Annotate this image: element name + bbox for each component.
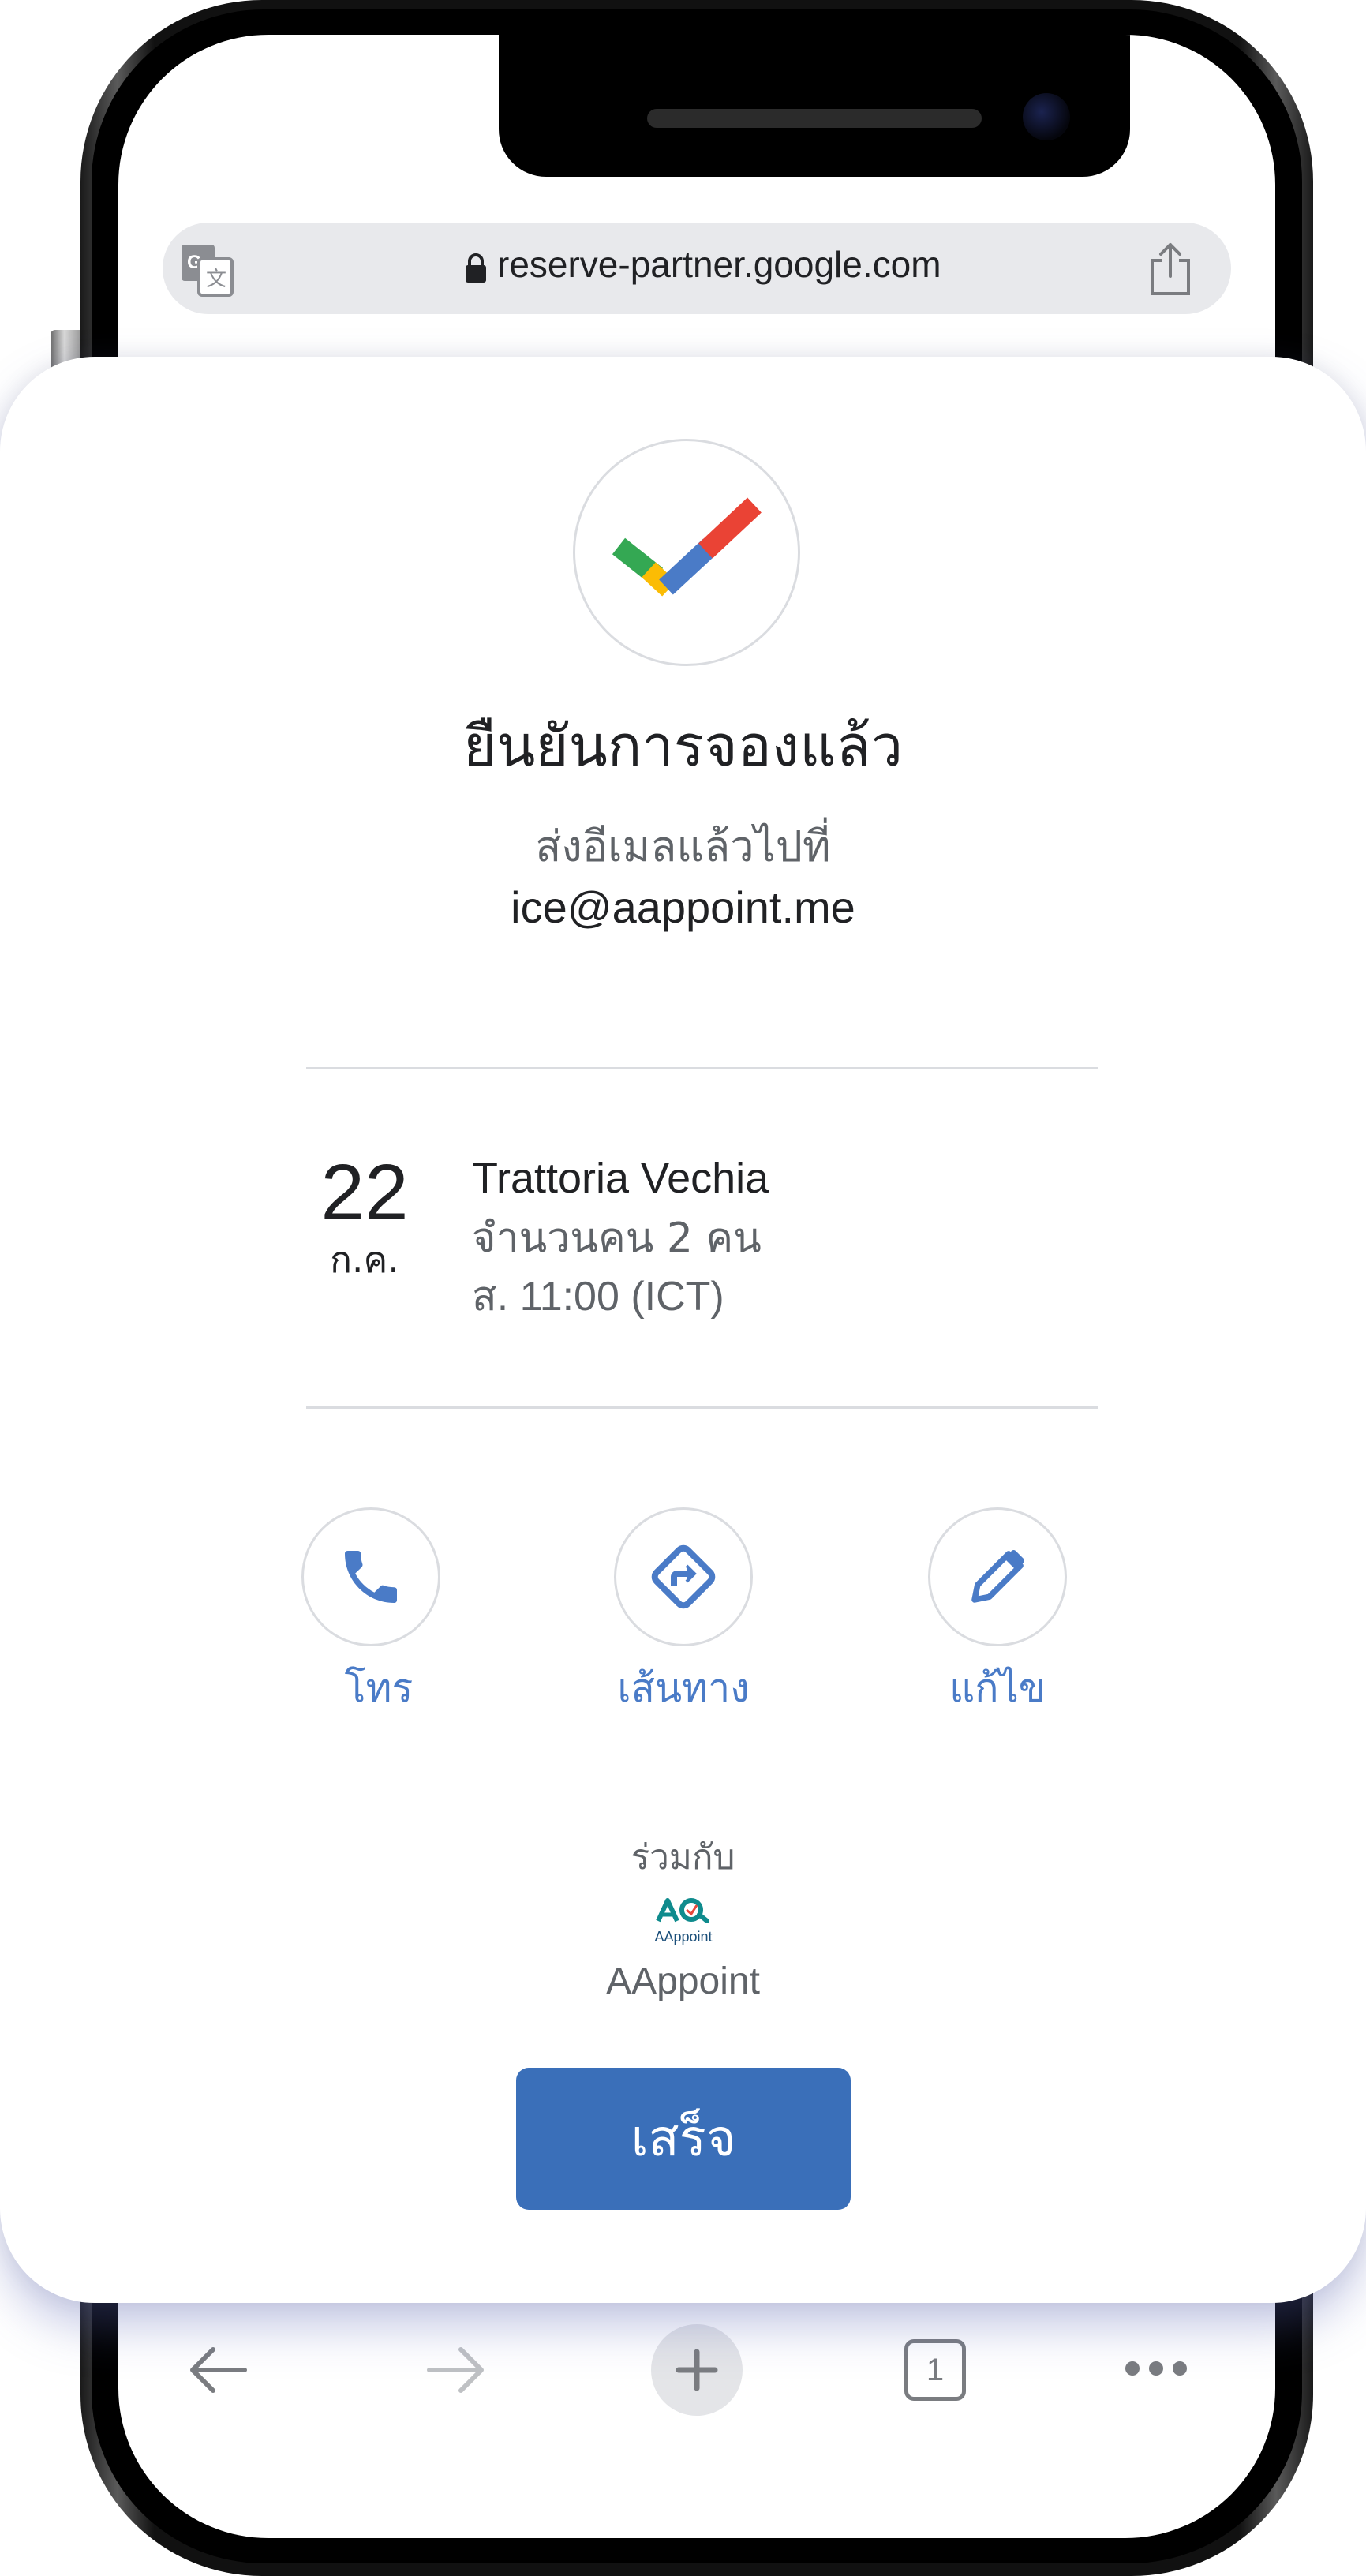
aappoint-logo-text: AAppoint bbox=[654, 1929, 712, 1945]
front-camera bbox=[1023, 93, 1070, 140]
booking-month: ก.ค. bbox=[330, 1238, 399, 1281]
phone-icon bbox=[345, 1551, 397, 1603]
tabs-button[interactable]: 1 bbox=[904, 2339, 966, 2401]
tab-count: 1 bbox=[926, 2353, 945, 2387]
partner-with-label: ร่วมกับ bbox=[631, 1837, 735, 1878]
arrow-right-icon[interactable] bbox=[425, 2342, 488, 2398]
translate-icon[interactable]: G 文 bbox=[178, 242, 235, 298]
svg-text:文: 文 bbox=[206, 268, 226, 291]
check-icon bbox=[612, 497, 762, 597]
pencil-icon bbox=[971, 1550, 1024, 1603]
url-text[interactable]: reserve-partner.google.com bbox=[497, 243, 941, 286]
directions-label[interactable]: เส้นทาง bbox=[581, 1661, 786, 1716]
divider-bottom bbox=[306, 1406, 1098, 1409]
done-button[interactable]: เสร็จ bbox=[516, 2068, 851, 2210]
booking-time: ส. 11:00 (ICT) bbox=[472, 1274, 724, 1320]
aappoint-logo: AAppoint bbox=[654, 1898, 713, 1945]
more-horizontal-icon[interactable] bbox=[1124, 2358, 1188, 2379]
share-icon[interactable] bbox=[1146, 240, 1195, 297]
divider-top bbox=[306, 1067, 1098, 1069]
booking-day: 22 bbox=[320, 1148, 409, 1237]
restaurant-name: Trattoria Vechia bbox=[472, 1155, 769, 1202]
speaker-grille bbox=[647, 109, 982, 128]
lock-icon bbox=[466, 253, 486, 283]
screenshot-stage: G 文 reserve-partner.google.com 1 ยืนยันก… bbox=[0, 0, 1366, 2576]
partner-name: AAppoint bbox=[606, 1960, 760, 2002]
call-label[interactable]: โทร bbox=[276, 1661, 481, 1716]
confirmation-email: ice@aappoint.me bbox=[511, 882, 855, 932]
phone-notch bbox=[499, 35, 1130, 177]
confirmation-title: ยืนยันการจองแล้ว bbox=[462, 713, 904, 779]
plus-icon[interactable] bbox=[650, 2323, 743, 2417]
arrow-left-icon[interactable] bbox=[186, 2342, 249, 2398]
party-size: จำนวนคน 2 คน bbox=[472, 1215, 762, 1262]
edit-label[interactable]: แก้ไข bbox=[895, 1661, 1100, 1716]
email-sent-label: ส่งอีเมลแล้วไปที่ bbox=[535, 822, 831, 871]
directions-icon bbox=[651, 1544, 716, 1609]
